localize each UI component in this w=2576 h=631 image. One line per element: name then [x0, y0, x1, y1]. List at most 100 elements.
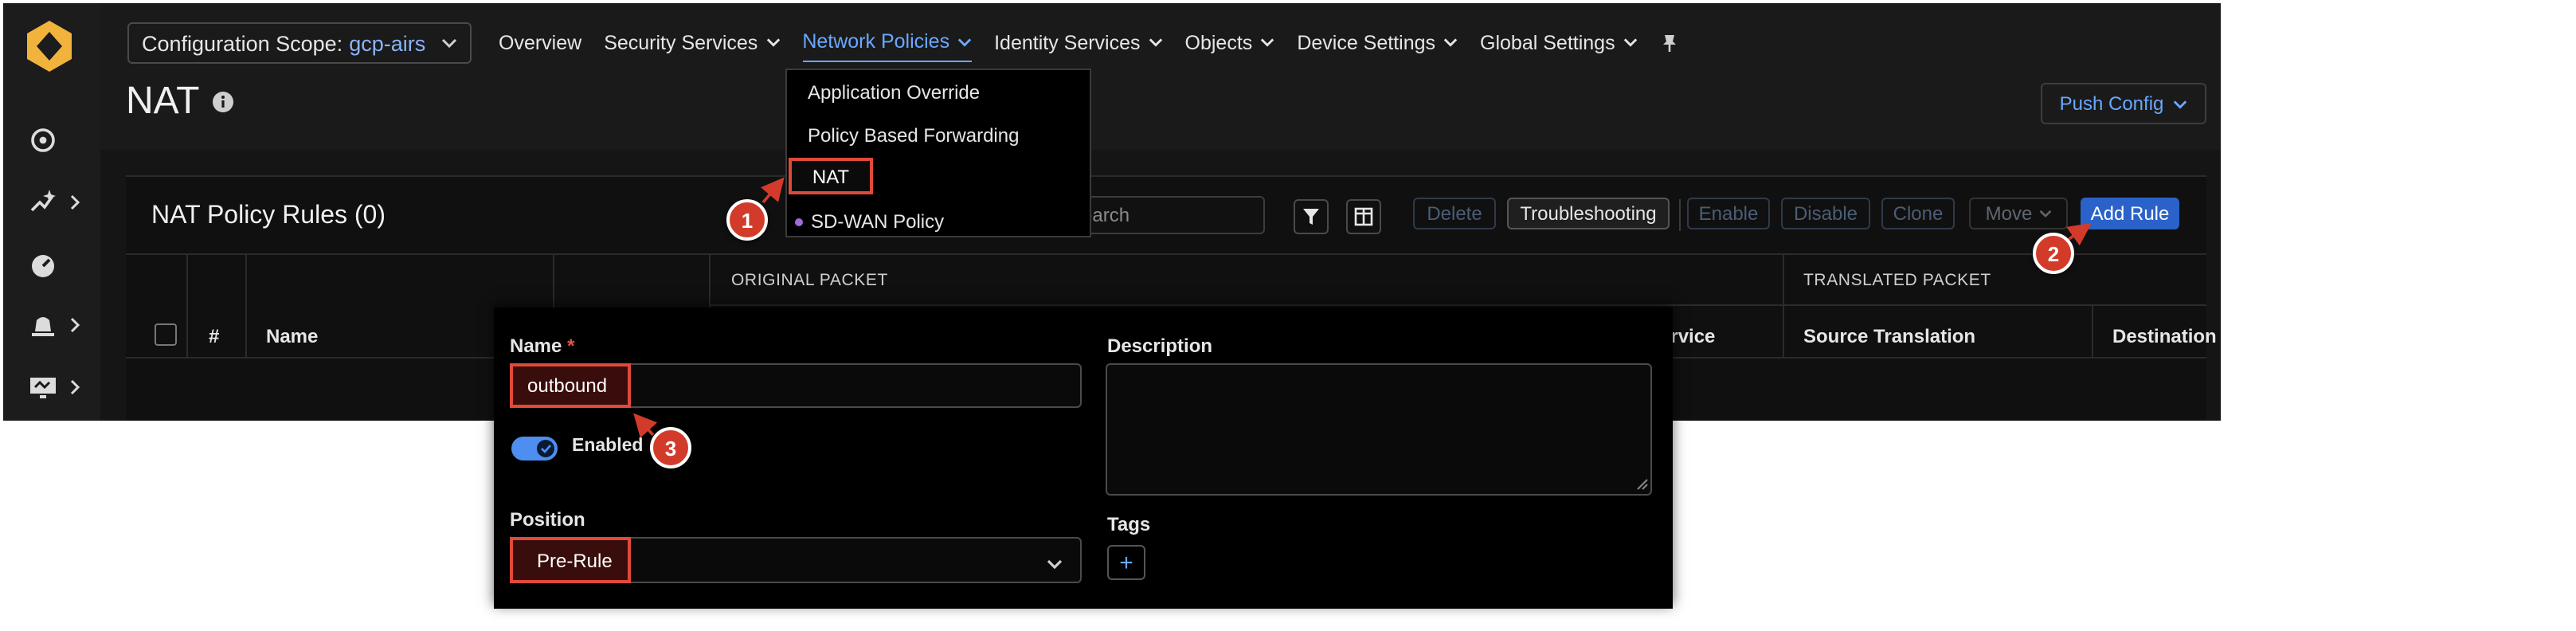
position-value[interactable]: Pre-Rule — [510, 537, 631, 583]
chevron-down-icon — [1261, 38, 1274, 47]
column-divider — [2092, 306, 2093, 357]
chevron-down-icon — [442, 38, 457, 49]
chevron-down-icon — [2174, 100, 2187, 108]
network-policies-menu: Application Override Policy Based Forwar… — [785, 69, 1091, 237]
chevron-right-icon — [70, 379, 80, 395]
nav-label: Overview — [499, 31, 582, 53]
nav-objects[interactable]: Objects — [1185, 30, 1275, 62]
column-divider — [1783, 255, 1784, 357]
chevron-down-icon — [1047, 559, 1063, 570]
group-header-translated: TRANSLATED PACKET — [1803, 271, 1991, 290]
check-icon — [541, 445, 552, 454]
top-nav: Overview Security Services Network Polic… — [499, 30, 1701, 62]
name-label-text: Name — [510, 335, 562, 357]
callout-step-3: 3 — [650, 427, 691, 468]
push-config-label: Push Config — [2059, 92, 2164, 115]
menu-item-nat[interactable]: NAT — [789, 158, 873, 194]
column-destination[interactable]: Destination — [2112, 325, 2217, 347]
enabled-toggle[interactable] — [511, 437, 558, 461]
nav-pin[interactable] — [1660, 30, 1679, 62]
add-rule-button[interactable]: Add Rule — [2081, 198, 2179, 229]
add-tag-button[interactable]: + — [1107, 545, 1145, 580]
nav-device-settings[interactable]: Device Settings — [1297, 30, 1458, 62]
panel-title: NAT Policy Rules (0) — [151, 202, 386, 229]
select-all-checkbox[interactable] — [155, 323, 177, 346]
rail-item-alerts[interactable] — [29, 308, 92, 343]
target-icon — [31, 128, 55, 152]
column-divider — [245, 255, 247, 357]
name-value[interactable]: outbound — [510, 363, 631, 408]
nav-global-settings[interactable]: Global Settings — [1480, 30, 1638, 62]
page-header: Configuration Scope: gcp-airs Overview S… — [100, 3, 2221, 150]
filter-icon — [1303, 209, 1319, 225]
chevron-right-icon — [70, 194, 80, 210]
description-label: Description — [1107, 335, 1213, 357]
nav-overview[interactable]: Overview — [499, 30, 581, 62]
nav-label: Network Policies — [802, 30, 950, 53]
columns-button[interactable] — [1346, 199, 1381, 234]
enable-button[interactable]: Enable — [1687, 198, 1770, 229]
page-title: NAT — [126, 80, 234, 124]
nav-identity-services[interactable]: Identity Services — [994, 30, 1162, 62]
rail-item-settings[interactable] — [29, 370, 92, 405]
app-logo-icon — [27, 21, 72, 72]
callout-step-2: 2 — [2033, 233, 2074, 274]
bell-icon — [32, 317, 54, 336]
chevron-down-icon — [2039, 210, 2051, 218]
enabled-label: Enabled — [572, 437, 644, 456]
clone-button[interactable]: Clone — [1881, 198, 1955, 229]
chevron-down-icon — [957, 37, 972, 46]
tags-label: Tags — [1107, 513, 1151, 535]
delete-button[interactable]: Delete — [1413, 198, 1496, 229]
column-name[interactable]: Name — [266, 325, 318, 347]
pin-icon — [1662, 34, 1676, 51]
sparkle-chart-icon — [30, 190, 56, 212]
columns-icon — [1354, 207, 1373, 226]
left-rail — [3, 3, 100, 421]
move-button[interactable]: Move — [1969, 198, 2068, 229]
chevron-down-icon — [1443, 38, 1458, 47]
name-label: Name * — [510, 335, 574, 357]
chevron-down-icon — [1623, 38, 1637, 47]
nav-label: Global Settings — [1480, 31, 1615, 53]
menu-item-label: SD-WAN Policy — [811, 210, 945, 233]
troubleshooting-button[interactable]: Troubleshooting — [1507, 198, 1670, 229]
required-asterisk: * — [567, 335, 575, 357]
group-divider — [709, 304, 2206, 306]
page-title-text: NAT — [126, 80, 200, 123]
status-dot — [795, 218, 803, 227]
info-icon[interactable] — [212, 91, 234, 113]
nav-label: Device Settings — [1297, 31, 1436, 53]
column-number: # — [209, 325, 220, 347]
menu-item-sd-wan-policy[interactable]: SD-WAN Policy — [795, 210, 944, 233]
filter-button[interactable] — [1294, 199, 1329, 234]
column-source-translation[interactable]: Source Translation — [1803, 325, 1975, 347]
scope-label: Configuration Scope: — [142, 31, 343, 55]
group-header-original: ORIGINAL PACKET — [731, 271, 888, 290]
gauge-icon — [32, 255, 54, 277]
position-label: Position — [510, 508, 585, 531]
menu-item-application-override[interactable]: Application Override — [808, 81, 980, 104]
toggle-knob — [537, 440, 554, 457]
rail-item-insights[interactable] — [29, 185, 92, 220]
column-divider — [186, 255, 188, 357]
push-config-button[interactable]: Push Config — [2041, 83, 2206, 124]
nav-security-services[interactable]: Security Services — [604, 30, 780, 62]
nav-network-policies[interactable]: Network Policies — [802, 30, 973, 62]
monitor-settings-icon — [30, 378, 56, 398]
chevron-right-icon — [70, 317, 80, 333]
toolbar-divider — [1679, 199, 1681, 231]
chevron-down-icon — [1149, 38, 1162, 47]
resize-handle-icon[interactable] — [1636, 478, 1649, 491]
disable-button[interactable]: Disable — [1781, 198, 1870, 229]
description-textarea[interactable] — [1106, 363, 1652, 496]
configuration-scope-selector[interactable]: Configuration Scope: gcp-airs — [127, 22, 472, 64]
nav-label: Objects — [1184, 31, 1253, 53]
move-label: Move — [1985, 202, 2033, 225]
menu-item-policy-based-forwarding[interactable]: Policy Based Forwarding — [808, 124, 1019, 147]
nav-label: Identity Services — [994, 31, 1141, 53]
scope-value: gcp-airs — [349, 31, 426, 55]
rail-item-monitor[interactable] — [29, 247, 92, 282]
rail-item-dashboard[interactable] — [29, 123, 92, 158]
nav-label: Security Services — [604, 31, 758, 53]
